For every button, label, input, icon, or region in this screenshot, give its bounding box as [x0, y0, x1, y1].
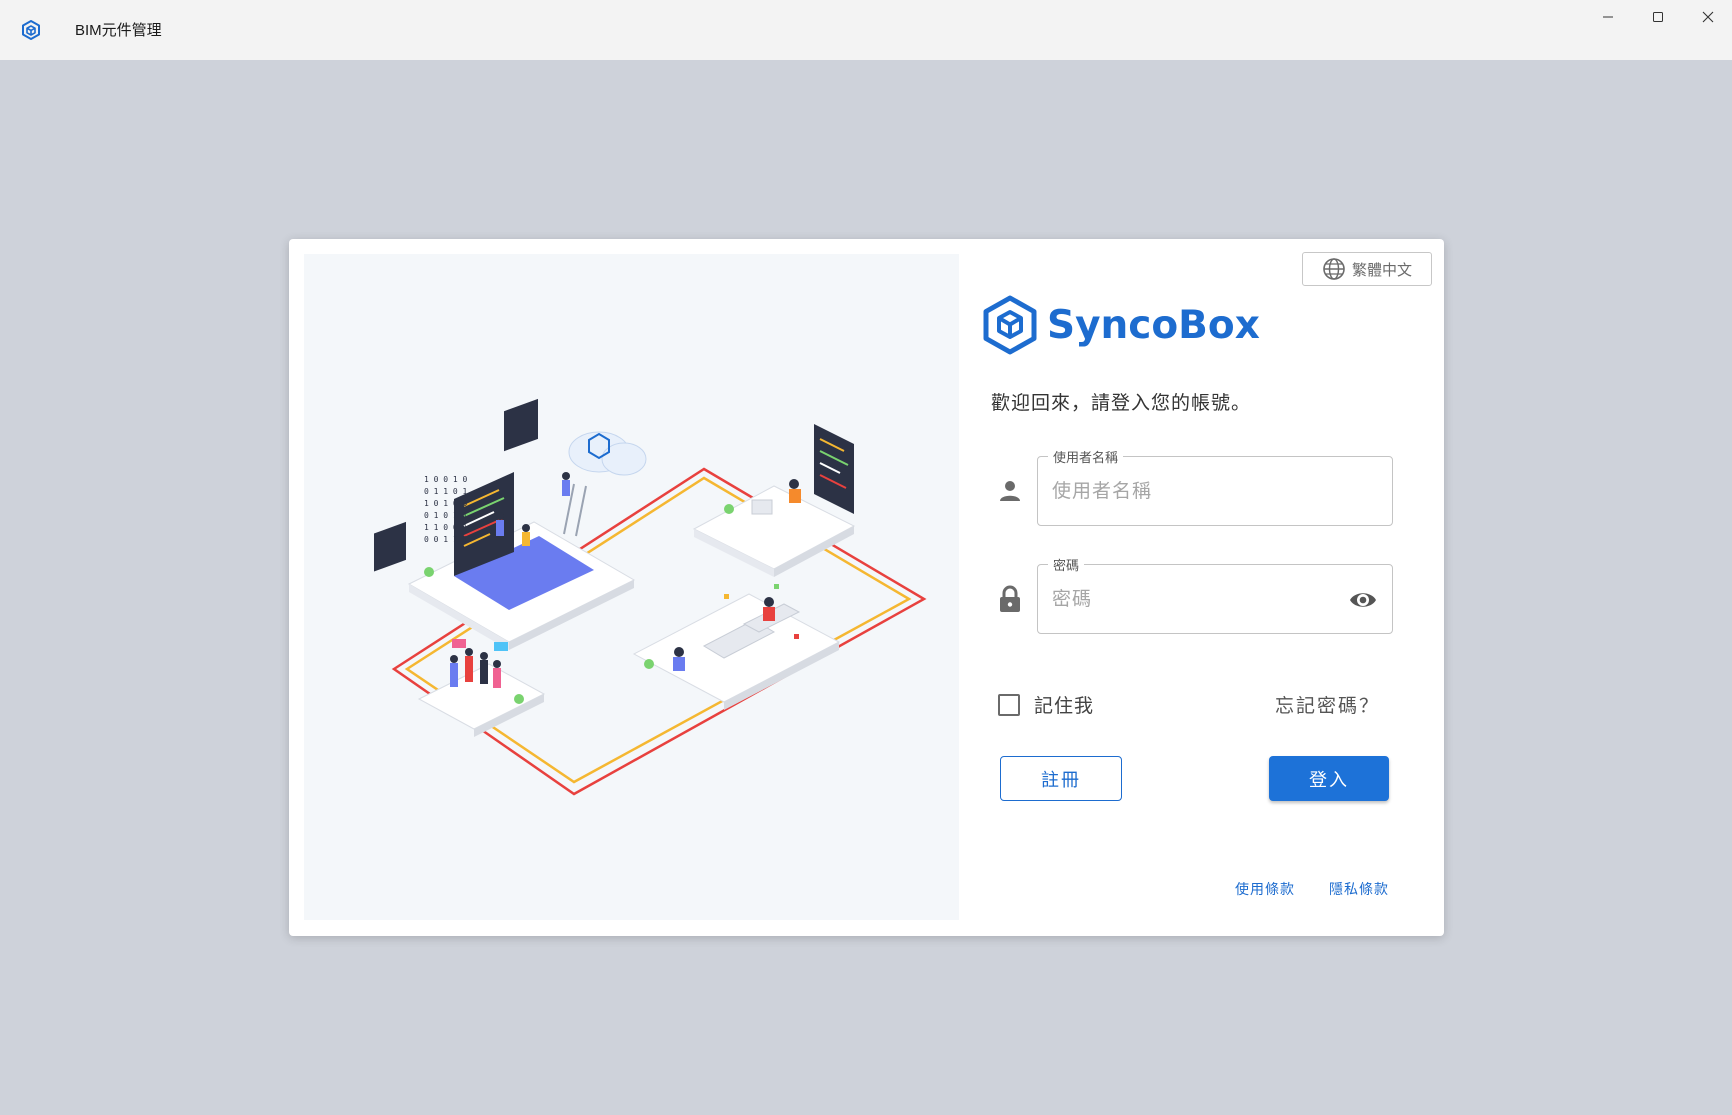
password-label: 密碼 — [1048, 555, 1085, 574]
cube-logo-icon — [983, 295, 1037, 355]
maximize-icon — [1653, 12, 1663, 22]
footer-links: 使用條款 隱私條款 — [1235, 879, 1389, 899]
lock-icon — [997, 585, 1023, 612]
window-title: BIM元件管理 — [75, 22, 162, 39]
username-input[interactable] — [1052, 473, 1342, 509]
show-password-toggle[interactable] — [1348, 586, 1378, 614]
svg-text:0 1 1 0 1: 0 1 1 0 1 — [424, 487, 468, 496]
remember-me-checkbox[interactable] — [998, 693, 1020, 716]
brand-logo: SyncoBox — [983, 294, 1260, 356]
close-button[interactable] — [1683, 0, 1732, 34]
password-input[interactable] — [1052, 581, 1342, 617]
remember-me-label: 記住我 — [1034, 695, 1095, 717]
login-button[interactable]: 登入 — [1269, 756, 1389, 801]
language-label: 繁體中文 — [1351, 260, 1412, 279]
person-icon — [997, 478, 1023, 504]
svg-text:1 0 0 1 0: 1 0 0 1 0 — [424, 475, 468, 484]
forgot-password-link[interactable]: 忘記密碼？ — [1275, 691, 1380, 718]
minimize-icon — [1603, 16, 1613, 18]
password-field[interactable]: 密碼 — [1037, 555, 1393, 634]
eye-icon — [1350, 593, 1376, 607]
username-field[interactable]: 使用者名稱 — [1037, 447, 1393, 526]
login-dialog: 1 0 0 1 0 0 1 1 0 1 1 0 1 0 0 0 1 0 1 1 1 … — [289, 239, 1444, 936]
illustration-graphic: 1 0 0 1 0 0 1 1 0 1 1 0 1 0 0 0 1 0 1 1 1 … — [374, 398, 927, 796]
svg-text:0 0 1 1 0: 0 0 1 1 0 — [424, 535, 468, 544]
language-selector[interactable]: 繁體中文 — [1302, 252, 1432, 286]
welcome-message: 歡迎回來，請登入您的帳號。 — [991, 392, 1252, 414]
maximize-button[interactable] — [1633, 0, 1683, 34]
svg-text:1 1 0 0 1: 1 1 0 0 1 — [424, 523, 468, 532]
username-label: 使用者名稱 — [1048, 447, 1124, 466]
close-icon — [1702, 11, 1714, 23]
isometric-illustration: 1 0 0 1 0 0 1 1 0 1 1 0 1 0 0 0 1 0 1 1 1 … — [304, 254, 959, 920]
svg-text:0 1 0 1 1: 0 1 0 1 1 — [424, 511, 468, 520]
remember-me[interactable]: 記住我 — [998, 691, 1094, 718]
globe-icon — [1323, 258, 1345, 280]
terms-of-use-link[interactable]: 使用條款 — [1235, 879, 1295, 899]
minimize-button[interactable] — [1583, 0, 1633, 34]
brand-name: SyncoBox — [1047, 302, 1260, 348]
title-bar: BIM元件管理 — [0, 0, 1732, 60]
svg-text:1 0 1 0 0: 1 0 1 0 0 — [424, 499, 468, 508]
cube-logo-icon — [20, 19, 42, 41]
register-button[interactable]: 註冊 — [1000, 756, 1122, 801]
privacy-policy-link[interactable]: 隱私條款 — [1329, 879, 1389, 899]
